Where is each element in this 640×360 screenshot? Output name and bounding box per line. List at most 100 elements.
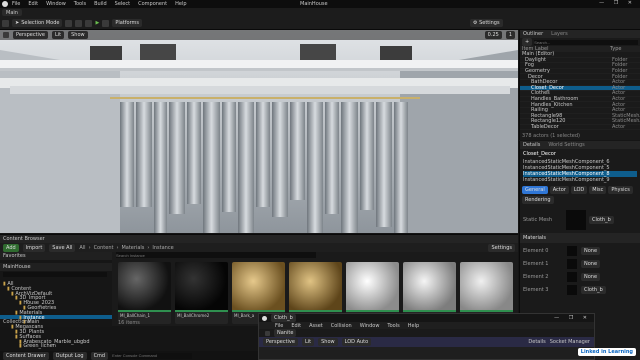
tab-layers[interactable]: Layers bbox=[551, 31, 568, 37]
col-type[interactable]: Type bbox=[610, 46, 638, 52]
selected-actor-name: Closet_Decor bbox=[523, 151, 556, 157]
editor-menu-item[interactable]: Help bbox=[408, 323, 419, 329]
editor-menu-item[interactable]: File bbox=[275, 323, 283, 329]
material-element-row: Element 2 None bbox=[523, 270, 637, 283]
menu-window[interactable]: Window bbox=[46, 1, 66, 7]
details-filter-misc[interactable]: Misc bbox=[589, 186, 607, 194]
element-material-dropdown[interactable]: None bbox=[581, 272, 601, 281]
element-label: Element 2 bbox=[523, 273, 549, 280]
nanite-dropdown[interactable]: Nanite bbox=[274, 329, 297, 337]
camera-speed[interactable]: 1 bbox=[505, 31, 515, 39]
platforms-button[interactable]: Platforms bbox=[112, 19, 143, 27]
folder-search-input[interactable] bbox=[3, 272, 107, 277]
editor-menu-item[interactable]: Asset bbox=[309, 323, 323, 329]
menu-help[interactable]: Help bbox=[175, 1, 186, 7]
selection-mode-button[interactable]: ➤ Selection Mode bbox=[12, 19, 63, 27]
editor-menu: File Edit Asset Collision Window Tools Help bbox=[259, 322, 594, 329]
outliner-row-name: TableDecor bbox=[531, 124, 559, 131]
mesh-thumbnail bbox=[566, 210, 586, 230]
element-label: Element 3 bbox=[523, 286, 549, 293]
console-input[interactable] bbox=[112, 352, 193, 359]
play-icon[interactable]: ▶ bbox=[95, 20, 99, 26]
outliner-tree: Main (Editor) Daylight Folder Fog Folder Geom… bbox=[520, 51, 640, 131]
scale-snap[interactable]: 0.25 bbox=[484, 31, 502, 39]
me-show-button[interactable]: Show bbox=[318, 338, 338, 346]
favorites-header[interactable]: Favorites bbox=[0, 252, 112, 260]
outliner-row[interactable]: TableDecor Actor bbox=[520, 124, 640, 131]
item-count: 16 items bbox=[118, 320, 140, 326]
cb-settings-button[interactable]: Settings bbox=[488, 243, 515, 252]
outliner-search-input[interactable] bbox=[534, 39, 638, 45]
level-tab[interactable]: Main bbox=[6, 10, 18, 16]
cinematics-icon[interactable] bbox=[85, 19, 93, 27]
import-button[interactable]: Import bbox=[22, 243, 46, 252]
details-filter-actor[interactable]: Actor bbox=[549, 186, 569, 194]
element-material-dropdown[interactable]: None bbox=[581, 246, 601, 255]
menu-file[interactable]: File bbox=[12, 1, 20, 7]
cmd-button[interactable]: Cmd bbox=[90, 351, 109, 360]
me-lod-button[interactable]: LOD Auto bbox=[341, 338, 372, 346]
level-viewport[interactable]: Perspective Lit Show 0.25 1 bbox=[0, 30, 518, 233]
me-socket-manager-tab[interactable]: Socket Manager bbox=[550, 339, 590, 345]
add-button[interactable]: Add bbox=[3, 243, 19, 252]
lit-button[interactable]: Lit bbox=[51, 31, 65, 39]
show-button[interactable]: Show bbox=[68, 31, 88, 39]
element-material-dropdown[interactable]: Cloth_b bbox=[581, 285, 606, 294]
output-log-button[interactable]: Output Log bbox=[52, 351, 87, 360]
tab-outliner[interactable]: Outliner bbox=[523, 31, 543, 37]
breadcrumb-item[interactable]: Materials bbox=[121, 245, 144, 251]
blueprint-icon[interactable] bbox=[75, 19, 83, 27]
editor-menu-item[interactable]: Window bbox=[360, 323, 380, 329]
breadcrumb-item[interactable]: All bbox=[79, 245, 85, 251]
asset-tile[interactable]: MI_BallChrome2 bbox=[175, 262, 228, 324]
asset-search-input[interactable] bbox=[116, 252, 316, 258]
details-filter-general[interactable]: General bbox=[522, 186, 548, 194]
materials-section[interactable]: Materials bbox=[520, 233, 640, 243]
me-lit-button[interactable]: Lit bbox=[301, 338, 315, 346]
asset-thumbnail bbox=[346, 262, 399, 312]
tab-world-settings[interactable]: World Settings bbox=[548, 142, 584, 148]
save-icon[interactable] bbox=[265, 330, 270, 336]
static-mesh-editor-window: Cloth_b — ❐ ✕ File Edit Asset Collision Wind… bbox=[258, 313, 595, 360]
details-filter-lod[interactable]: LOD bbox=[570, 186, 588, 194]
save-icon[interactable] bbox=[2, 19, 9, 27]
tab-content-browser[interactable]: Content Browser bbox=[3, 236, 45, 242]
material-elements: Element 0 None Element 1 None Element 2 None E… bbox=[520, 243, 640, 297]
asset-tile[interactable]: MI_BallChain_1 bbox=[118, 262, 171, 324]
menu-edit[interactable]: Edit bbox=[28, 1, 38, 7]
collections-header[interactable]: Collections bbox=[3, 319, 30, 325]
window-controls[interactable]: — ❐ ✕ bbox=[599, 0, 636, 6]
hamburger-icon[interactable] bbox=[3, 32, 9, 38]
menu-tools[interactable]: Tools bbox=[74, 1, 86, 7]
toolbar: Main ➤ Selection Mode ▶ Platforms ⚙ Setti… bbox=[0, 8, 640, 30]
me-details-tab[interactable]: Details bbox=[528, 339, 545, 345]
asset-name: MI_BallChrome2 bbox=[177, 313, 210, 318]
editor-window-controls[interactable]: — ❐ ✕ bbox=[554, 315, 591, 321]
menu-select[interactable]: Select bbox=[115, 1, 130, 7]
tab-details[interactable]: Details bbox=[523, 142, 540, 148]
asset-thumbnail bbox=[175, 262, 228, 312]
editor-tab[interactable]: Cloth_b bbox=[271, 314, 296, 322]
element-material-dropdown[interactable]: None bbox=[581, 259, 601, 268]
add-actor-button[interactable]: + bbox=[522, 38, 533, 46]
perspective-button[interactable]: Perspective bbox=[13, 31, 48, 39]
unreal-logo-icon bbox=[2, 1, 8, 7]
details-filter-rendering[interactable]: Rendering bbox=[522, 196, 554, 204]
static-mesh-dropdown[interactable]: Cloth_b bbox=[589, 216, 614, 224]
add-actor-icon[interactable] bbox=[65, 19, 73, 27]
breadcrumb-item[interactable]: Instance bbox=[152, 245, 173, 251]
editor-menu-item[interactable]: Tools bbox=[387, 323, 399, 329]
root-folder[interactable]: MainHouse bbox=[0, 263, 112, 271]
editor-menu-item[interactable]: Collision bbox=[331, 323, 352, 329]
menu-component[interactable]: Component bbox=[138, 1, 167, 7]
editor-menu-item[interactable]: Edit bbox=[291, 323, 301, 329]
content-drawer-button[interactable]: Content Drawer bbox=[3, 351, 49, 360]
details-filter-physics[interactable]: Physics bbox=[608, 186, 633, 194]
me-perspective-button[interactable]: Perspective bbox=[263, 338, 298, 346]
breadcrumb-item[interactable]: Content bbox=[94, 245, 114, 251]
play-options-icon[interactable] bbox=[102, 19, 110, 27]
settings-button[interactable]: ⚙ Settings bbox=[470, 19, 503, 27]
save-all-button[interactable]: Save All bbox=[49, 243, 76, 252]
menu-build[interactable]: Build bbox=[94, 1, 107, 7]
closet-scene bbox=[0, 30, 518, 233]
